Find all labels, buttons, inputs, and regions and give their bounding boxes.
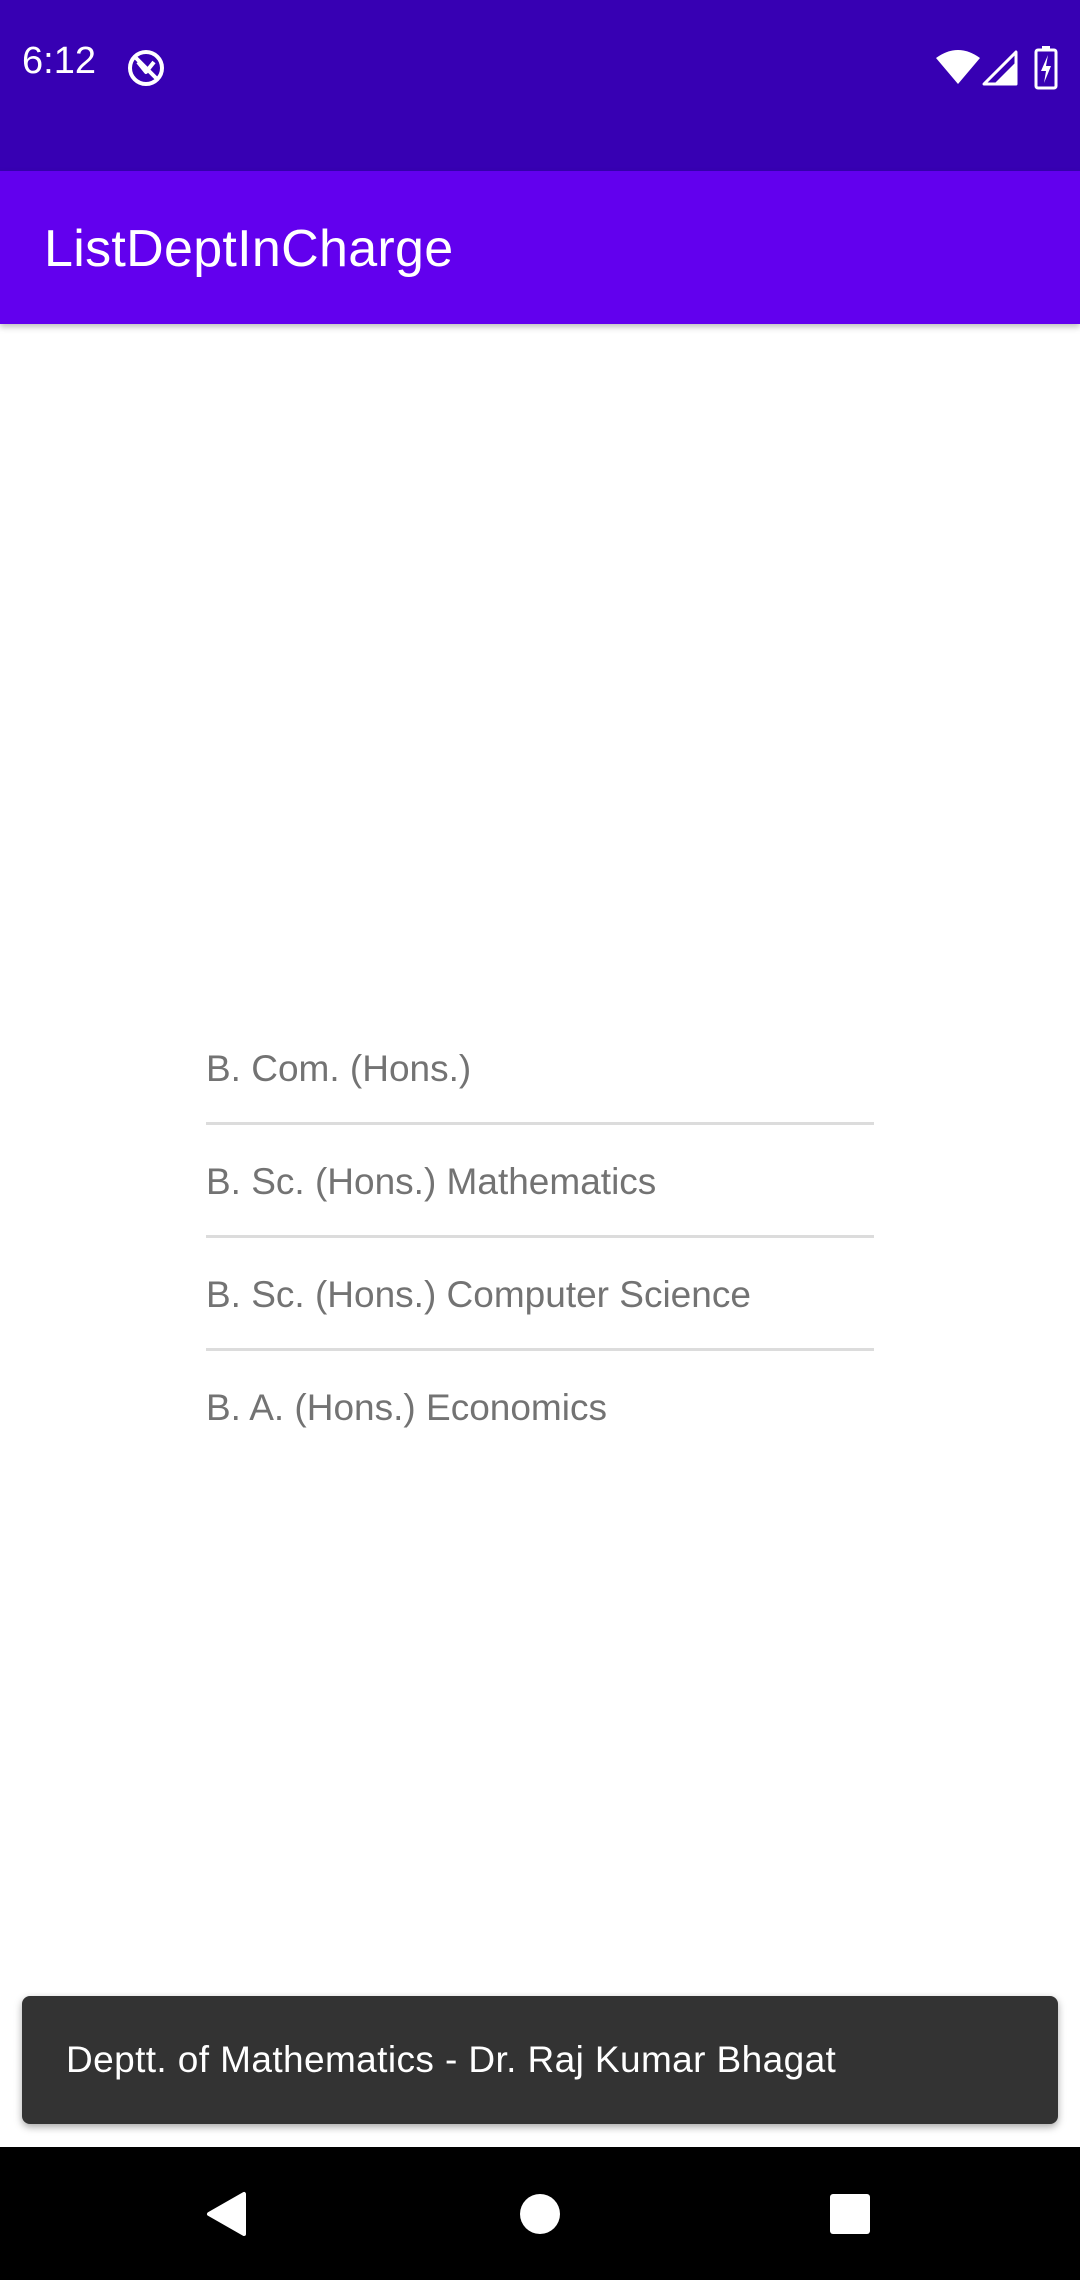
home-icon — [520, 2193, 560, 2234]
recents-button[interactable] — [790, 2147, 910, 2280]
back-icon — [207, 2191, 246, 2236]
app-bar: ListDeptInCharge — [0, 171, 1080, 324]
app-notification-icon — [128, 50, 164, 86]
home-button[interactable] — [480, 2147, 600, 2280]
list-item[interactable]: B. Com. (Hons.) — [206, 1012, 874, 1125]
toast-message: Deptt. of Mathematics - Dr. Raj Kumar Bh… — [66, 2039, 837, 2080]
nav-bar — [0, 2147, 1080, 2280]
status-bar: 6:12 — [0, 0, 1080, 171]
wifi-icon — [936, 50, 980, 84]
cell-signal-icon — [982, 50, 1018, 86]
battery-charging-icon — [1034, 46, 1058, 90]
back-button[interactable] — [166, 2147, 286, 2280]
recents-icon — [830, 2193, 870, 2234]
app-title: ListDeptInCharge — [44, 220, 454, 278]
list-item[interactable]: B. Sc. (Hons.) Computer Science — [206, 1238, 874, 1351]
status-time: 6:12 — [22, 40, 96, 82]
toast: Deptt. of Mathematics - Dr. Raj Kumar Bh… — [22, 1996, 1058, 2124]
list-item[interactable]: B. Sc. (Hons.) Mathematics — [206, 1125, 874, 1238]
dept-list: B. Com. (Hons.) B. Sc. (Hons.) Mathemati… — [206, 1012, 874, 1461]
list-item[interactable]: B. A. (Hons.) Economics — [206, 1351, 874, 1461]
